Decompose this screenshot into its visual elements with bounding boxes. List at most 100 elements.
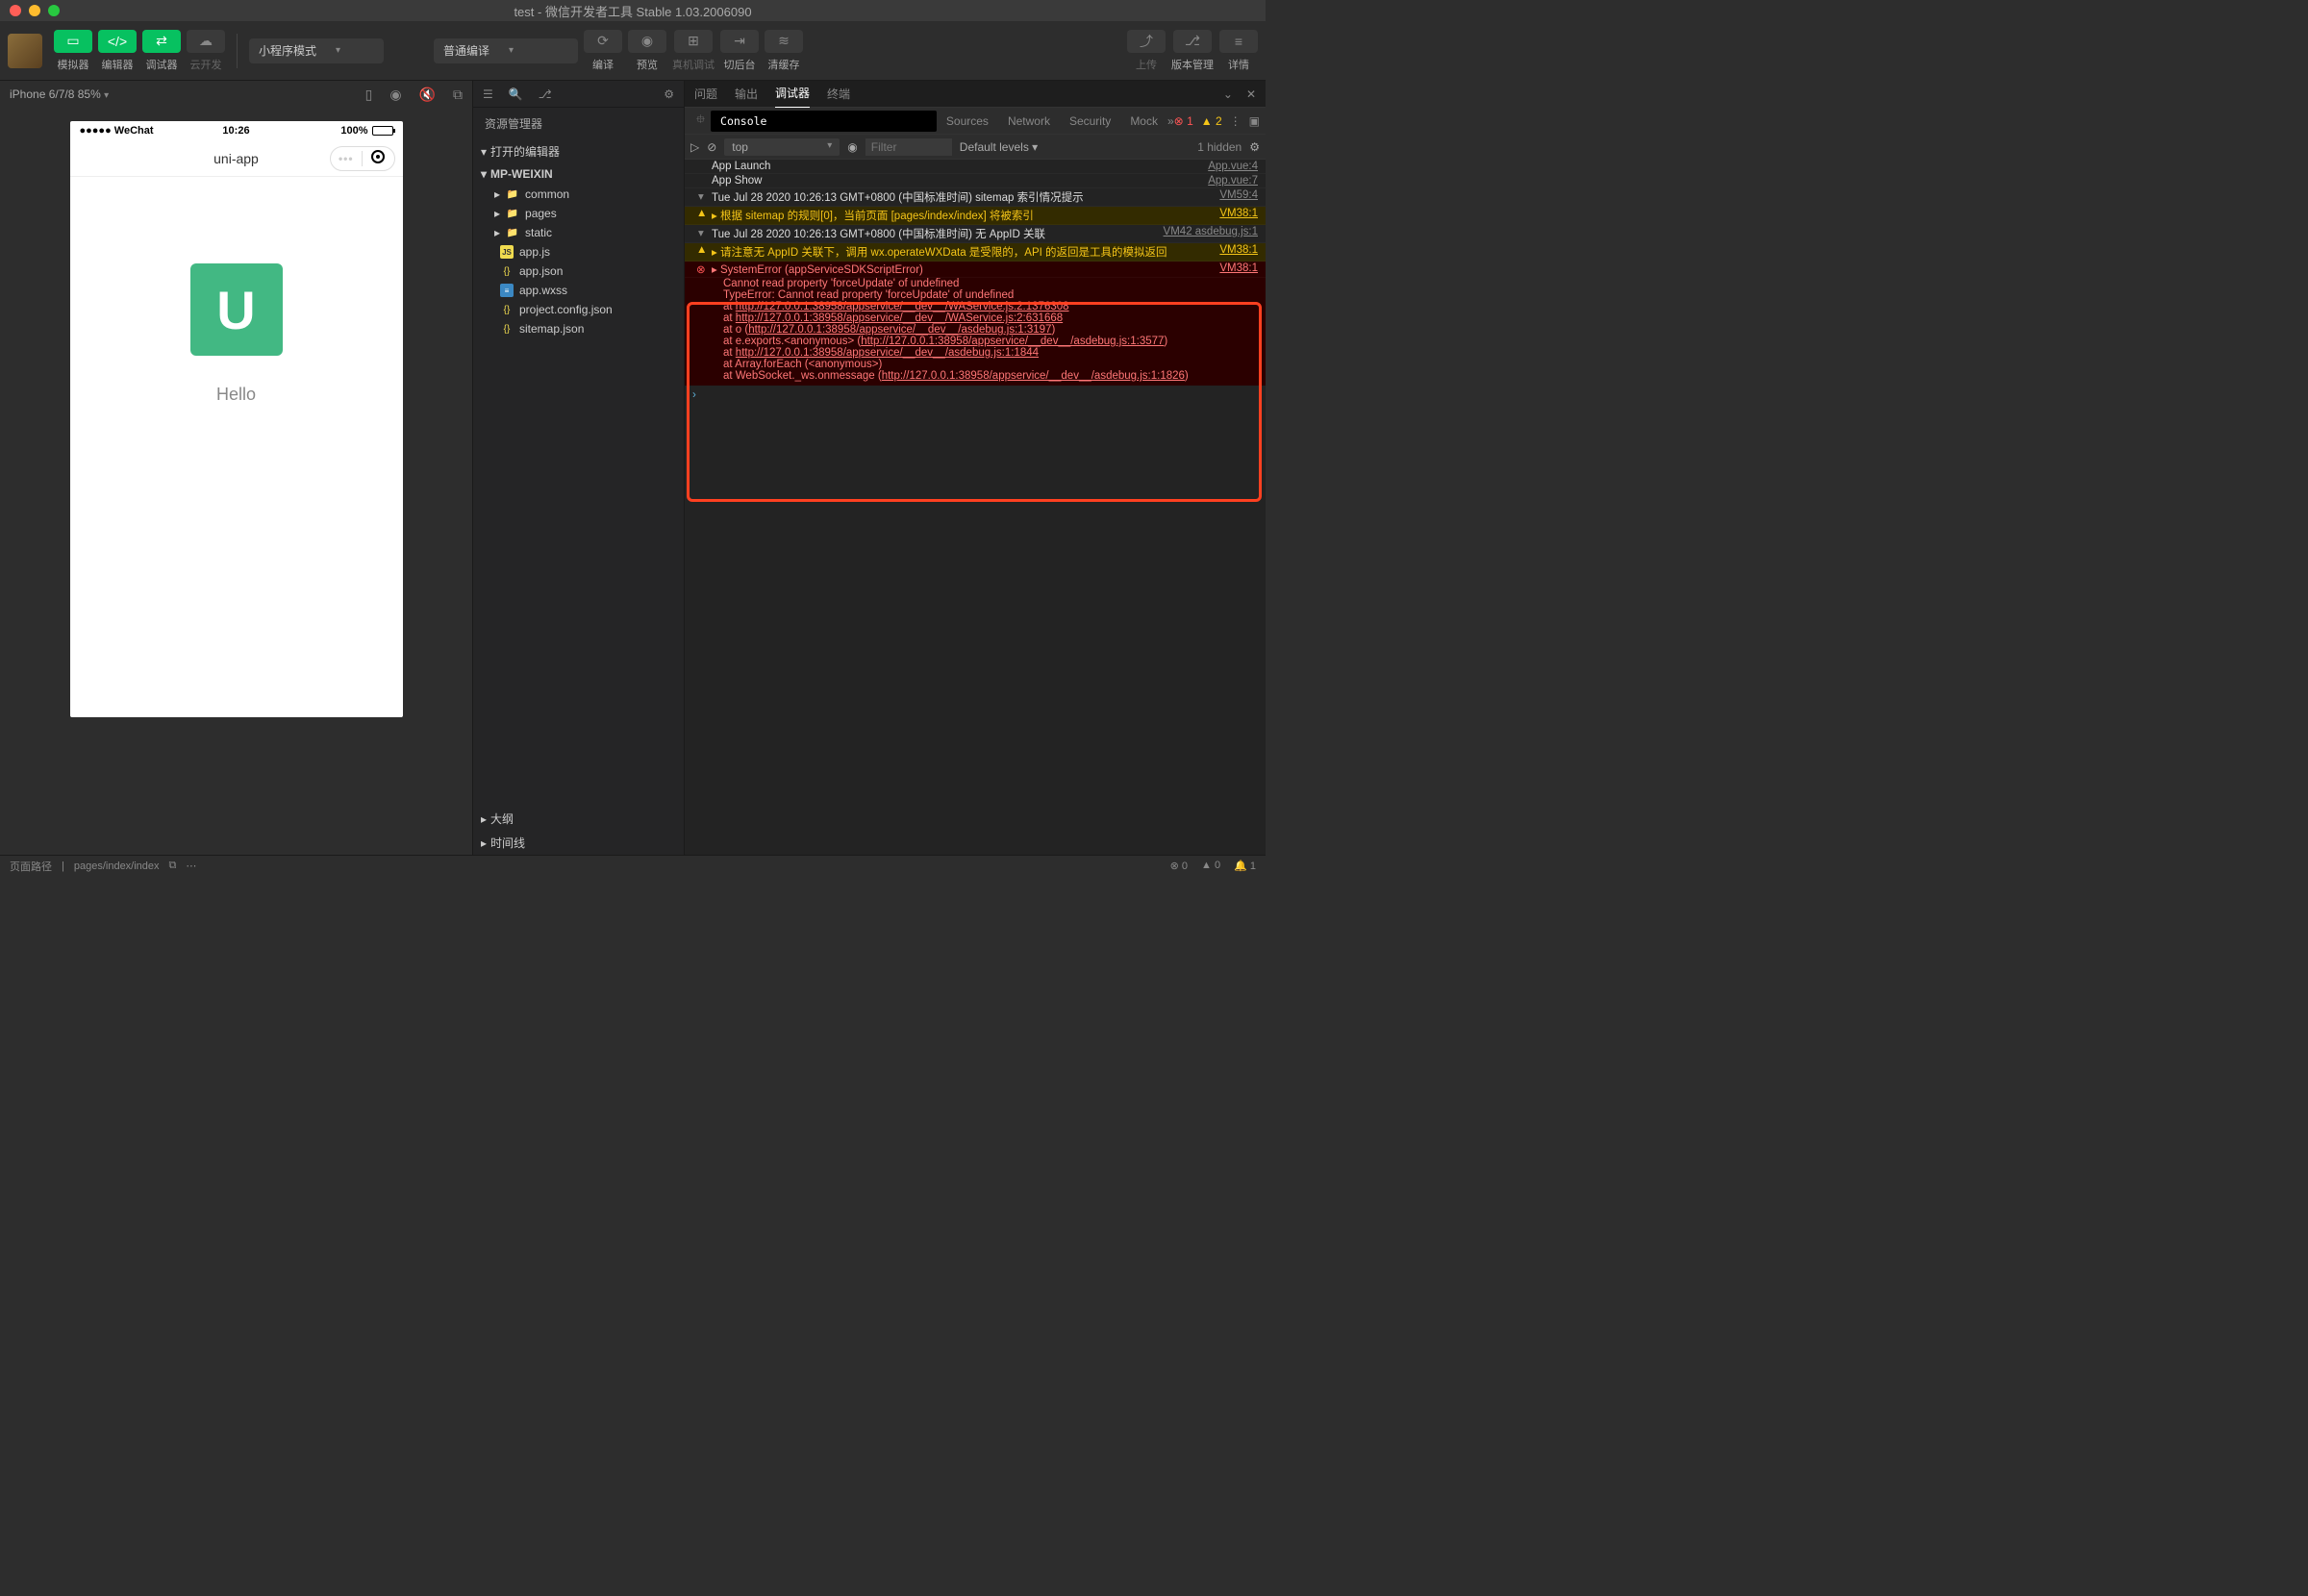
dt-tab-security[interactable]: Security	[1060, 111, 1120, 132]
code-icon: </>	[98, 30, 137, 53]
gear-icon[interactable]: ⚙	[1249, 140, 1260, 154]
folder-static[interactable]: ▸📁static	[481, 223, 684, 242]
editor-toggle[interactable]: </> 编辑器	[98, 30, 137, 72]
dt-tab-sources[interactable]: Sources	[937, 111, 998, 132]
record-icon[interactable]: ◉	[389, 87, 401, 103]
capsule-button[interactable]: •••	[330, 146, 395, 171]
dock-icon[interactable]: ▣	[1249, 114, 1260, 128]
folder-pages[interactable]: ▸📁pages	[481, 204, 684, 223]
log-error: ⊗▸ SystemError (appServiceSDKScriptError…	[685, 262, 1266, 278]
hello-text: Hello	[216, 385, 256, 405]
file-app-json[interactable]: {}app.json	[481, 262, 684, 281]
branch-icon: ⎇	[1173, 30, 1212, 53]
mute-icon[interactable]: 🔇	[419, 87, 436, 103]
phone-simulator[interactable]: ●●●●● WeChat 10:26 100% uni-app ••• U	[70, 121, 403, 717]
popout-icon[interactable]: ⧉	[453, 87, 463, 103]
dt-tab-network[interactable]: Network	[998, 111, 1060, 132]
tab-problems[interactable]: 问题	[694, 80, 717, 108]
file-project-config[interactable]: {}project.config.json	[481, 300, 684, 319]
search-icon[interactable]: 🔍	[509, 87, 523, 101]
simulator-pane: iPhone 6/7/8 85% ▾ ▯ ◉ 🔇 ⧉ ●●●●● WeChat …	[0, 81, 473, 855]
explorer-pane: ☰ 🔍 ⎇ ⚙ 资源管理器 ▾打开的编辑器 ▾MP-WEIXIN ▸📁commo…	[473, 81, 685, 855]
cloud-dev-button[interactable]: ☁ 云开发	[187, 30, 225, 72]
file-app-wxss[interactable]: ≡app.wxss	[481, 281, 684, 300]
file-sitemap[interactable]: {}sitemap.json	[481, 319, 684, 338]
maximize-window[interactable]	[48, 5, 60, 16]
folder-common[interactable]: ▸📁common	[481, 185, 684, 204]
close-icon[interactable]: ✕	[1246, 87, 1256, 101]
error-badge[interactable]: ⊗ 1	[1174, 114, 1193, 128]
menu-icon: ≡	[1219, 30, 1258, 53]
filter-input[interactable]	[866, 138, 952, 156]
version-button[interactable]: ⎇ 版本管理	[1171, 30, 1214, 72]
dt-tab-console[interactable]: Console	[711, 111, 937, 132]
hidden-count[interactable]: 1 hidden	[1197, 140, 1242, 154]
cloud-icon: ☁	[187, 30, 225, 53]
console-output[interactable]: App LaunchApp.vue:4 App ShowApp.vue:7 ▾T…	[685, 160, 1266, 855]
more-tabs-icon[interactable]: »	[1167, 114, 1174, 128]
levels-select[interactable]: Default levels ▾	[960, 140, 1038, 154]
upload-button[interactable]: ⤴ 上传	[1127, 30, 1166, 72]
page-title: uni-app	[213, 151, 259, 166]
compile-mode-select[interactable]: 普通编译▾	[434, 38, 578, 63]
tab-debugger[interactable]: 调试器	[775, 79, 810, 109]
phone-statusbar: ●●●●● WeChat 10:26 100%	[70, 121, 403, 140]
git-icon[interactable]: ⎇	[539, 87, 552, 101]
layers-icon: ≋	[765, 30, 803, 53]
menu-dots-icon[interactable]: •••	[331, 152, 363, 165]
copy-icon[interactable]: ⧉	[169, 860, 177, 872]
page-path[interactable]: pages/index/index	[74, 860, 160, 872]
titlebar: test - 微信开发者工具 Stable 1.03.2006090	[0, 0, 1266, 21]
error-stack: Cannot read property 'forceUpdate' of un…	[685, 278, 1266, 386]
timeline-section[interactable]: ▸时间线	[473, 831, 684, 855]
file-app-js[interactable]: JSapp.js	[481, 242, 684, 262]
open-editors-section[interactable]: ▾打开的编辑器	[473, 139, 684, 163]
bell-icon[interactable]: 🔔 1	[1234, 860, 1256, 872]
console-prompt[interactable]: ›	[685, 386, 1266, 405]
debugger-toggle[interactable]: ⇄ 调试器	[142, 30, 181, 72]
chevron-down-icon[interactable]: ⌄	[1223, 87, 1233, 101]
explorer-title: 资源管理器	[473, 108, 684, 139]
close-window[interactable]	[10, 5, 21, 16]
outline-section[interactable]: ▸大纲	[473, 807, 684, 831]
minimize-window[interactable]	[29, 5, 40, 16]
detail-button[interactable]: ≡ 详情	[1219, 30, 1258, 72]
project-root[interactable]: ▾MP-WEIXIN	[473, 163, 684, 185]
app-mode-select[interactable]: 小程序模式▾	[249, 38, 384, 63]
preview-button[interactable]: ◉ 预览	[628, 30, 666, 72]
background-button[interactable]: ⇥ 切后台	[720, 30, 759, 72]
clear-cache-button[interactable]: ≋ 清缓存	[765, 30, 803, 72]
clear-icon[interactable]: ⊘	[707, 140, 716, 154]
devtools-pane: 问题 输出 调试器 终端 ⌄ ✕ ⯐ Console Sources Netwo…	[685, 81, 1266, 855]
settings-icon[interactable]: ⚙	[664, 87, 674, 101]
more-icon[interactable]: ⋯	[186, 860, 196, 872]
list-icon[interactable]: ☰	[483, 87, 493, 101]
status-bar: 页面路径 | pages/index/index ⧉ ⋯ ⊗ 0 ▲ 0 🔔 1	[0, 855, 1266, 876]
log-row: ▾Tue Jul 28 2020 10:26:13 GMT+0800 (中国标准…	[685, 188, 1266, 207]
chevron-down-icon: ▾	[336, 45, 340, 56]
app-logo: U	[190, 263, 283, 356]
background-icon: ⇥	[720, 30, 759, 53]
status-errors[interactable]: ⊗ 0	[1170, 860, 1188, 872]
context-select[interactable]: top▾	[724, 138, 840, 156]
close-circle-icon[interactable]	[363, 150, 394, 166]
live-icon[interactable]: ◉	[847, 140, 857, 154]
warn-badge[interactable]: ▲ 2	[1201, 114, 1222, 128]
device-select[interactable]: iPhone 6/7/8 85% ▾	[10, 87, 109, 101]
remote-debug-button[interactable]: ⊞ 真机调试	[672, 30, 715, 72]
compile-button[interactable]: ⟳ 编译	[584, 30, 622, 72]
run-icon[interactable]: ▷	[690, 140, 699, 154]
simulator-toggle[interactable]: ▭ 模拟器	[54, 30, 92, 72]
upload-icon: ⤴	[1127, 30, 1166, 53]
status-warnings[interactable]: ▲ 0	[1201, 860, 1220, 872]
phone-navbar: uni-app •••	[70, 140, 403, 177]
inspect-icon[interactable]: ⯐	[690, 111, 711, 131]
phone-icon: ▭	[54, 30, 92, 53]
tab-output[interactable]: 输出	[735, 80, 758, 108]
rotate-icon[interactable]: ▯	[365, 87, 373, 103]
dt-tab-mock[interactable]: Mock	[1120, 111, 1167, 132]
dt-more-icon[interactable]: ⋮	[1230, 114, 1242, 128]
user-avatar[interactable]	[8, 34, 42, 68]
toolbar: ▭ 模拟器 </> 编辑器 ⇄ 调试器 ☁ 云开发 小程序模式▾ 普通编译▾	[0, 21, 1266, 81]
tab-terminal[interactable]: 终端	[827, 80, 850, 108]
